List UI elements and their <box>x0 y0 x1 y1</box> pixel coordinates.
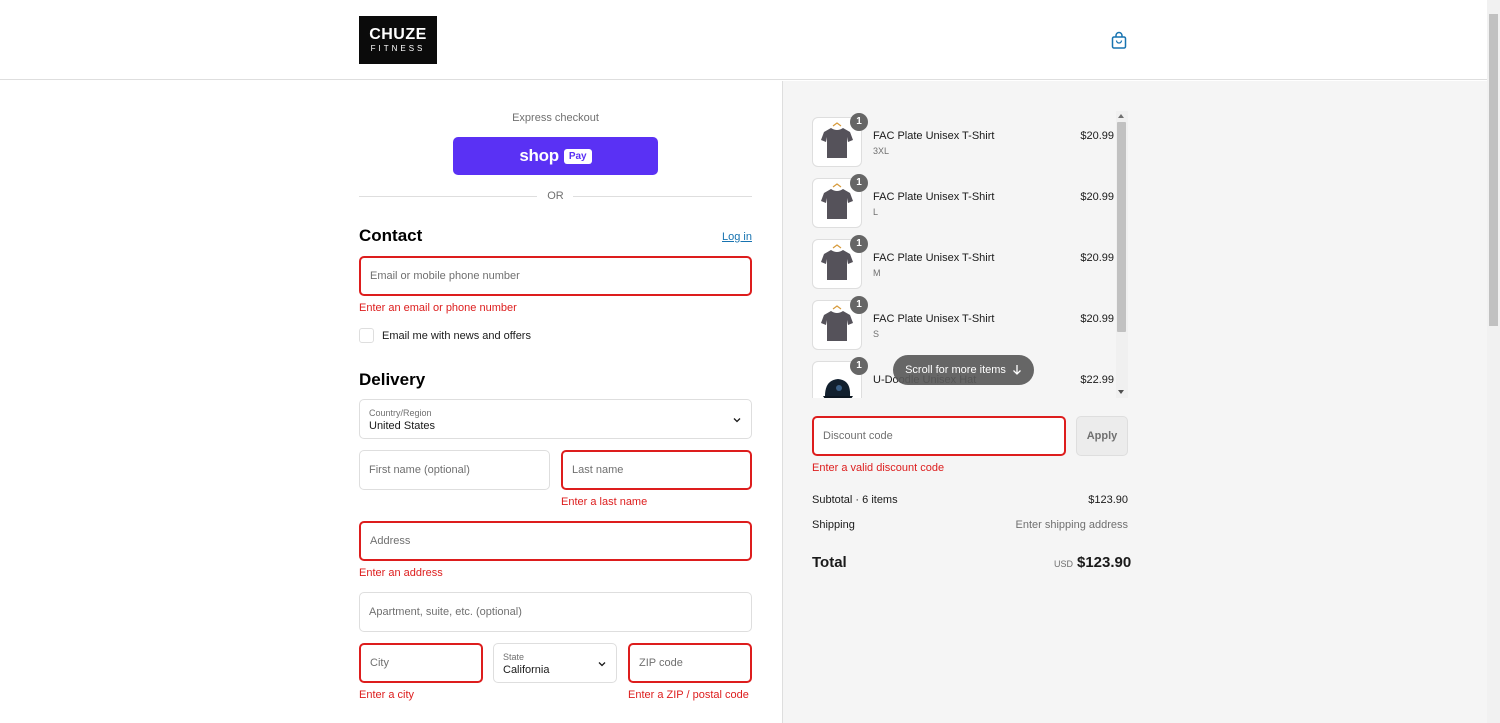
zip-input[interactable] <box>630 645 750 681</box>
state-value: California <box>503 664 550 676</box>
apartment-input[interactable] <box>360 593 751 631</box>
quantity-badge: 1 <box>850 235 868 253</box>
tshirt-icon <box>821 244 853 280</box>
contact-heading: Contact <box>359 226 423 245</box>
last-name-error: Enter a last name <box>561 496 648 508</box>
city-error: Enter a city <box>359 689 415 701</box>
first-name-field[interactable] <box>359 450 550 490</box>
zip-field[interactable] <box>628 643 752 683</box>
city-field[interactable] <box>359 643 483 683</box>
cart-item: 1 FAC Plate Unisex T-Shirt S $20.99 <box>812 296 1128 350</box>
scroll-down-arrow-icon[interactable] <box>1118 390 1124 394</box>
item-price: $20.99 <box>1080 191 1114 203</box>
or-divider: OR <box>359 189 752 205</box>
chevron-down-icon <box>598 662 606 667</box>
shop-pay-button[interactable]: shop Pay <box>453 137 658 175</box>
logo-text: CHUZE <box>369 26 427 43</box>
item-name: FAC Plate Unisex T-Shirt <box>873 130 995 142</box>
apartment-field[interactable] <box>359 592 752 632</box>
item-variant: L <box>873 207 879 217</box>
country-label: Country/Region <box>369 408 432 418</box>
email-input[interactable] <box>361 258 750 294</box>
shipping-label: Shipping <box>812 519 855 531</box>
country-select[interactable]: Country/Region United States <box>359 399 752 439</box>
country-value: United States <box>369 420 436 432</box>
express-checkout-label: Express checkout <box>512 112 599 124</box>
cart-item: 1 FAC Plate Unisex T-Shirt 3XL $20.99 <box>812 113 1128 167</box>
city-input[interactable] <box>361 645 481 681</box>
total-label: Total <box>812 554 847 571</box>
item-variant: M <box>873 268 881 278</box>
item-variant: S <box>873 329 880 339</box>
total-currency: USD <box>1054 559 1074 569</box>
quantity-badge: 1 <box>850 174 868 192</box>
scroll-for-more-button[interactable]: Scroll for more items <box>893 355 1034 385</box>
last-name-input[interactable] <box>563 452 750 488</box>
item-price: $22.99 <box>1080 374 1114 386</box>
item-price: $20.99 <box>1080 313 1114 325</box>
total-value: $123.90 <box>1077 554 1132 571</box>
address-input[interactable] <box>361 523 750 559</box>
quantity-badge: 1 <box>850 113 868 131</box>
scroll-hint-text: Scroll for more items <box>905 364 1006 376</box>
item-variant: 3XL <box>873 146 890 156</box>
tshirt-icon <box>821 305 853 341</box>
item-name: FAC Plate Unisex T-Shirt <box>873 252 995 264</box>
arrow-down-icon <box>1012 365 1021 375</box>
email-error: Enter an email or phone number <box>359 302 517 314</box>
discount-code-field[interactable] <box>812 416 1066 456</box>
news-checkbox-label: Email me with news and offers <box>382 329 531 342</box>
zip-error: Enter a ZIP / postal code <box>628 689 749 701</box>
apply-discount-button[interactable]: Apply <box>1076 416 1128 456</box>
or-text: OR <box>547 190 564 202</box>
item-name: FAC Plate Unisex T-Shirt <box>873 191 995 203</box>
store-logo[interactable]: CHUZE FITNESS <box>359 16 437 64</box>
shopping-bag-icon[interactable] <box>1108 30 1130 52</box>
address-field[interactable] <box>359 521 752 561</box>
discount-error: Enter a valid discount code <box>812 462 945 474</box>
log-in-link[interactable]: Log in <box>722 231 752 243</box>
subtotal-value: $123.90 <box>1088 494 1128 506</box>
checkout-page: CHUZE FITNESS Express checkout shop Pay … <box>0 0 1500 723</box>
news-opt-in[interactable]: Email me with news and offers <box>359 328 531 343</box>
quantity-badge: 1 <box>850 296 868 314</box>
item-name: FAC Plate Unisex T-Shirt <box>873 313 995 325</box>
state-select[interactable]: State California <box>493 643 617 683</box>
last-name-field[interactable] <box>561 450 752 490</box>
scroll-up-arrow-icon[interactable] <box>1118 114 1124 118</box>
shop-pay-text: shop <box>519 146 559 165</box>
cart-item: 1 FAC Plate Unisex T-Shirt M $20.99 <box>812 235 1128 289</box>
item-price: $20.99 <box>1080 252 1114 264</box>
shop-pay-badge: Pay <box>563 148 592 164</box>
header: CHUZE FITNESS <box>0 0 1487 80</box>
cart-scrollbar-thumb[interactable] <box>1117 122 1126 332</box>
tshirt-icon <box>821 183 853 219</box>
chevron-down-icon <box>733 418 741 423</box>
cart-item: 1 FAC Plate Unisex T-Shirt L $20.99 <box>812 174 1128 228</box>
email-field[interactable] <box>359 256 752 296</box>
logo-subtext: FITNESS <box>370 44 426 53</box>
discount-code-input[interactable] <box>814 418 1064 454</box>
page-scrollbar-thumb[interactable] <box>1489 14 1498 326</box>
tshirt-icon <box>821 122 853 158</box>
hat-icon <box>823 379 853 398</box>
subtotal-label: Subtotal · 6 items <box>812 494 898 506</box>
quantity-badge: 1 <box>850 357 868 375</box>
shipping-value: Enter shipping address <box>1015 519 1128 531</box>
address-error: Enter an address <box>359 567 443 579</box>
item-price: $20.99 <box>1080 130 1114 142</box>
delivery-heading: Delivery <box>359 370 426 389</box>
first-name-input[interactable] <box>360 451 549 489</box>
news-checkbox[interactable] <box>359 328 374 343</box>
state-label: State <box>503 652 525 662</box>
